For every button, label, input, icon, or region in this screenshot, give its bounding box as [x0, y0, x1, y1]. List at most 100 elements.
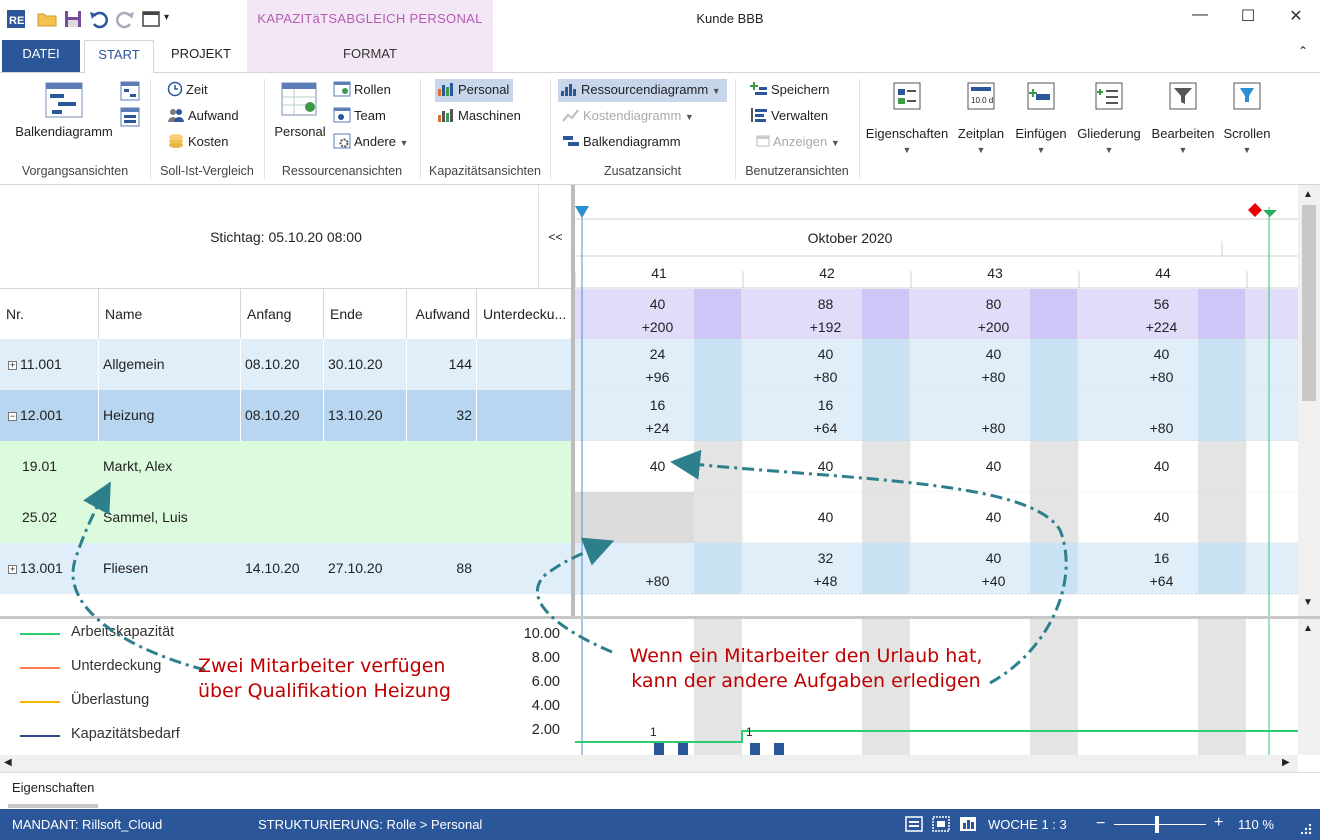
collapse-icon[interactable]: −: [8, 412, 17, 421]
chart-vertical-scrollbar[interactable]: ▲: [1298, 619, 1320, 755]
save-icon[interactable]: [62, 8, 82, 28]
verwalten-button[interactable]: Verwalten: [750, 107, 828, 126]
zeit-button[interactable]: Zeit: [167, 81, 208, 100]
stichtag-marker-icon: [575, 206, 589, 218]
balkendiagramm-view-button[interactable]: Balkendiagramm: [10, 81, 118, 139]
view-layout-icon[interactable]: [904, 814, 924, 837]
timeline-cell-value: +192: [809, 319, 842, 335]
zoom-out-button[interactable]: −: [1096, 815, 1105, 833]
column-header-aufwand[interactable]: Aufwand: [407, 289, 477, 339]
timeline-cell-value: 56: [1153, 296, 1170, 312]
qat-customize-icon[interactable]: ▾: [164, 12, 184, 32]
rollen-button[interactable]: Rollen: [333, 81, 391, 100]
ressourcendiagramm-dropdown[interactable]: Ressourcendiagramm ▼: [558, 79, 727, 102]
minimize-button[interactable]: —: [1180, 6, 1220, 30]
gantt-chart-icon: [10, 81, 118, 122]
tab-datei[interactable]: DATEI: [2, 40, 80, 72]
weekend-band: [1030, 619, 1078, 755]
timeline-cell-value: +80: [981, 420, 1006, 436]
expand-icon[interactable]: +: [8, 565, 17, 574]
tab-projekt[interactable]: PROJEKT: [160, 40, 242, 72]
properties-panel-bar[interactable]: Eigenschaften: [0, 772, 1320, 809]
vertical-scrollbar[interactable]: ▲ ▼: [1298, 185, 1320, 617]
table-row[interactable]: −12.001 Heizung 08.10.20 13.10.20 32: [0, 390, 572, 441]
annotation-left: Zwei Mitarbeiter verfügen über Qualifika…: [198, 654, 451, 704]
eigenschaften-button[interactable]: Eigenschaften ▼: [862, 81, 952, 155]
timeline-cell-value: 40: [1153, 458, 1170, 474]
zoom-slider-thumb[interactable]: [1155, 816, 1159, 833]
column-header-nr[interactable]: Nr.: [0, 289, 99, 339]
column-divider: [323, 339, 324, 441]
table-row[interactable]: +11.001 Allgemein 08.10.20 30.10.20 144: [0, 339, 572, 390]
table-row[interactable]: 19.01 Markt, Alex: [0, 441, 572, 492]
vorgang-small-view-icon-2[interactable]: [120, 107, 140, 130]
zeitplan-button[interactable]: 10.0 d Zeitplan ▼: [952, 81, 1010, 155]
bedarf-bar: [774, 743, 784, 755]
maximize-button[interactable]: ☐: [1228, 6, 1268, 30]
column-header-anfang[interactable]: Anfang: [241, 289, 324, 339]
bearbeiten-button[interactable]: Bearbeiten ▼: [1148, 81, 1218, 155]
kapazitaet-personal-button[interactable]: Personal: [435, 79, 514, 102]
row-aufwand: 88: [456, 560, 472, 576]
andere-dropdown[interactable]: Andere ▼: [333, 133, 408, 152]
collapse-grid-button[interactable]: <<: [538, 185, 572, 289]
expand-icon[interactable]: +: [8, 361, 17, 370]
einfuegen-label: Einfügen: [1015, 126, 1067, 141]
kostendiagramm-dropdown[interactable]: Kostendiagramm ▼: [562, 107, 694, 126]
scroll-up-icon[interactable]: ▲: [1303, 623, 1313, 634]
outline-icon: [1072, 81, 1146, 114]
resize-grip-icon[interactable]: [1298, 821, 1314, 840]
tab-format[interactable]: FORMAT: [247, 40, 493, 72]
anzeigen-dropdown[interactable]: Anzeigen ▼: [756, 133, 840, 152]
week-label-44: 44: [1155, 265, 1171, 281]
vorgang-small-view-icon-1[interactable]: [120, 81, 140, 104]
row-ende: 30.10.20: [328, 356, 383, 372]
scroll-up-icon[interactable]: ▲: [1303, 189, 1313, 200]
tab-start[interactable]: START: [84, 40, 154, 73]
scroll-left-icon[interactable]: ◀: [4, 757, 12, 768]
maschinen-button[interactable]: Maschinen: [437, 107, 521, 126]
ribbon-collapse-icon[interactable]: ⌃: [1298, 44, 1308, 58]
redo-icon[interactable]: [114, 8, 134, 29]
horizontal-scrollbar[interactable]: ◀ ▶: [0, 755, 1298, 772]
timeline-cell-value: +96: [645, 369, 670, 385]
maschinen-label: Maschinen: [458, 107, 521, 123]
chart-view-icon[interactable]: [958, 814, 978, 837]
scroll-right-icon[interactable]: ▶: [1282, 757, 1290, 768]
insert-icon: [1012, 81, 1070, 114]
personal-view-button[interactable]: Personal: [272, 81, 328, 139]
aufwand-button[interactable]: Aufwand: [167, 107, 239, 126]
gliederung-button[interactable]: Gliederung ▼: [1072, 81, 1146, 155]
zusatz-balkendiagramm-button[interactable]: Balkendiagramm: [562, 133, 681, 152]
column-divider: [240, 339, 241, 441]
chevron-down-icon: ▼: [1178, 145, 1188, 155]
window-icon[interactable]: [140, 8, 160, 28]
timeline-cell-value: 40: [1153, 509, 1170, 525]
scroll-thumb[interactable]: [1302, 205, 1316, 401]
month-label: Oktober 2020: [807, 230, 893, 246]
close-button[interactable]: ✕: [1276, 6, 1316, 30]
group-label-vorgangsansichten: Vorgangsansichten: [21, 164, 129, 178]
column-header-ende[interactable]: Ende: [324, 289, 407, 339]
table-row[interactable]: +13.001 Fliesen 14.10.20 27.10.20 88: [0, 543, 572, 594]
timeline-cell-value: 40: [985, 458, 1002, 474]
undo-icon[interactable]: [88, 8, 108, 29]
scroll-down-icon[interactable]: ▼: [1303, 597, 1313, 608]
speichern-button[interactable]: Speichern: [750, 81, 830, 100]
open-folder-icon[interactable]: [36, 8, 57, 28]
grid-view-icon[interactable]: [931, 814, 951, 837]
timeline-cell-value: +64: [813, 420, 838, 436]
row-aufwand: 32: [456, 407, 472, 423]
table-row[interactable]: 25.02 Sammel, Luis: [0, 492, 572, 543]
zoom-slider-track[interactable]: [1114, 824, 1206, 825]
status-woche[interactable]: WOCHE 1 : 3: [988, 817, 1067, 832]
clock-icon: [167, 81, 183, 100]
legend-line-arbeitskapazitaet: [20, 633, 60, 635]
column-header-name[interactable]: Name: [99, 289, 241, 339]
column-header-unterdeckung[interactable]: Unterdecku...: [477, 289, 572, 339]
kosten-button[interactable]: Kosten: [167, 133, 228, 152]
einfuegen-button[interactable]: Einfügen ▼: [1012, 81, 1070, 155]
scrollen-button[interactable]: Scrollen ▼: [1220, 81, 1274, 155]
team-button[interactable]: Team: [333, 107, 386, 126]
zoom-in-button[interactable]: +: [1214, 814, 1223, 832]
